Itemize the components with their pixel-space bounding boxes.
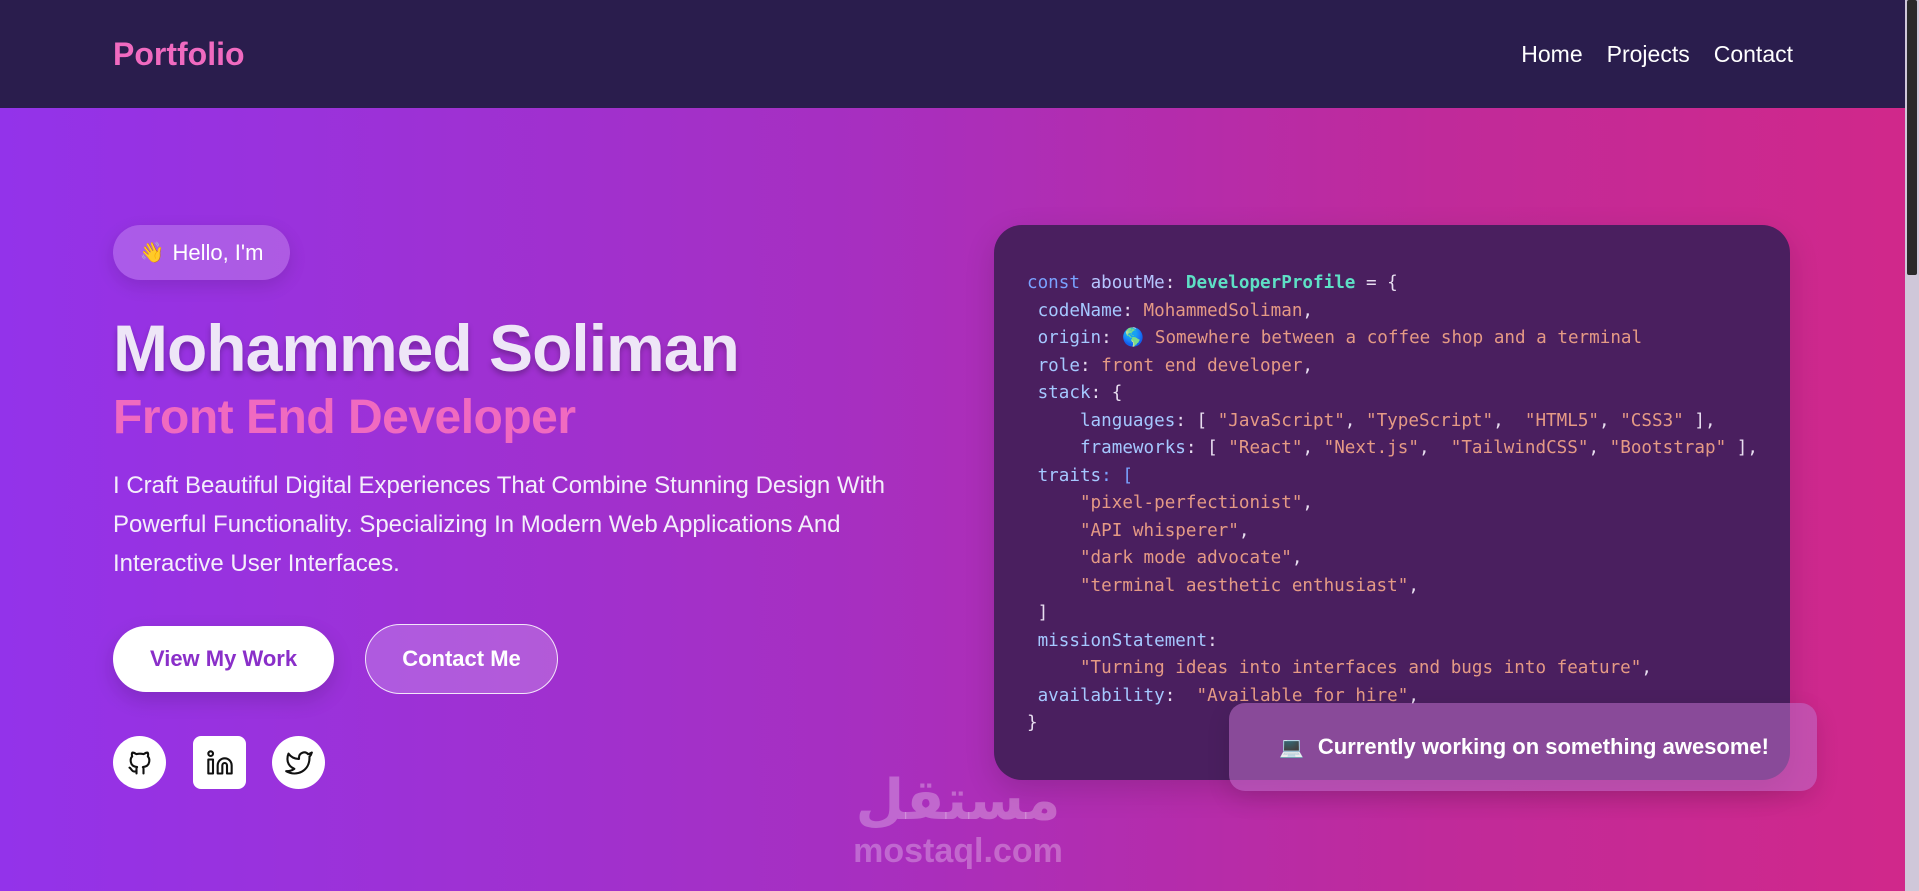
code-line-languages: languages: [ "JavaScript", "TypeScript",… xyxy=(1079,410,1716,431)
mostaql-watermark: مستقل mostaql.com xyxy=(843,770,1073,880)
hero-role: Front End Developer xyxy=(113,391,576,444)
nav-link-contact[interactable]: Contact xyxy=(1714,41,1793,68)
status-toast: 💻 Currently working on something awesome… xyxy=(1229,703,1817,791)
contact-me-button[interactable]: Contact Me xyxy=(365,624,558,694)
greeting-badge: 👋 Hello, I'm xyxy=(113,225,290,280)
wave-hand-icon: 👋 xyxy=(139,242,165,264)
hero-name: Mohammed Soliman xyxy=(113,311,740,385)
laptop-icon: 💻 xyxy=(1279,736,1304,759)
watermark-arabic-text: مستقل xyxy=(855,768,1061,833)
code-line-frameworks: frameworks: [ "React", "Next.js", "Tailw… xyxy=(1079,438,1758,458)
code-line-mission-value: "Turning ideas into interfaces and bugs … xyxy=(1079,658,1652,678)
code-line-mission-key: missionStatement: xyxy=(1037,630,1218,651)
code-type: DeveloperProfile xyxy=(1185,273,1356,293)
code-line-traits: traits: [ xyxy=(1037,465,1133,486)
github-icon xyxy=(127,751,150,775)
twitter-icon xyxy=(284,750,313,774)
code-line-traits-close: ] xyxy=(1037,603,1049,623)
code-line-stack: stack: { xyxy=(1037,383,1123,403)
code-line-trait-4: "terminal aesthetic enthusiast", xyxy=(1079,575,1419,596)
status-toast-text: Currently working on something awesome! xyxy=(1317,734,1769,759)
watermark-latin-text: mostaql.com xyxy=(853,832,1063,870)
code-line-role: role: front end developer, xyxy=(1037,355,1314,376)
code-keyword: const xyxy=(1027,273,1080,293)
code-line-origin: origin: 🌎 Somewhere between a coffee sho… xyxy=(1037,328,1643,348)
linkedin-icon xyxy=(206,749,233,775)
view-my-work-button[interactable]: View My Work xyxy=(113,626,334,692)
greeting-text: Hello, I'm xyxy=(172,239,264,265)
code-line-declaration: const aboutMe: DeveloperProfile = { xyxy=(1027,273,1398,293)
scrollbar-thumb[interactable] xyxy=(1907,0,1917,275)
code-line-trait-3: "dark mode advocate", xyxy=(1079,548,1303,568)
nav-links: Home Projects Contact xyxy=(1521,41,1793,68)
code-variable: aboutMe xyxy=(1090,273,1165,293)
linkedin-link[interactable] xyxy=(193,736,246,789)
code-card: const aboutMe: DeveloperProfile = { code… xyxy=(994,225,1790,780)
nav-link-home[interactable]: Home xyxy=(1521,41,1582,68)
globe-icon: 🌎 xyxy=(1122,328,1145,348)
code-line-codename: codeName: MohammedSoliman, xyxy=(1037,300,1314,321)
code-line-trait-1: "pixel-perfectionist", xyxy=(1079,493,1314,513)
navbar: Portfolio Home Projects Contact xyxy=(0,0,1905,108)
brand-logo[interactable]: Portfolio xyxy=(113,36,245,73)
github-link[interactable] xyxy=(113,736,166,789)
code-line-trait-2: "API whisperer", xyxy=(1079,520,1250,541)
hero-description: I Craft Beautiful Digital Experiences Th… xyxy=(113,472,885,577)
nav-link-projects[interactable]: Projects xyxy=(1607,41,1690,68)
twitter-link[interactable] xyxy=(272,736,325,789)
